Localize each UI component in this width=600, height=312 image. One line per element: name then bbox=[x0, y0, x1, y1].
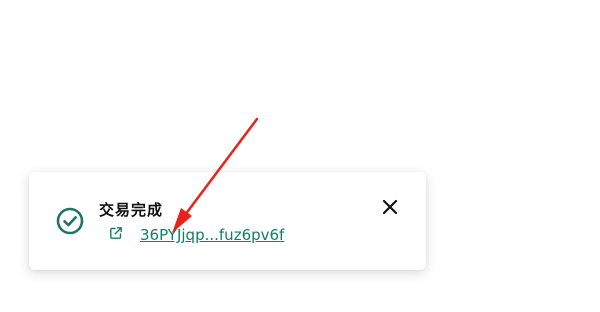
transaction-link[interactable]: 36PYJjqp...fuz6pv6f bbox=[140, 226, 284, 244]
external-link-icon[interactable] bbox=[109, 226, 123, 240]
notification-title: 交易完成 bbox=[99, 201, 164, 219]
close-icon[interactable] bbox=[380, 197, 400, 217]
check-circle-icon bbox=[56, 207, 84, 235]
notification-toast: 交易完成 36PYJjqp...fuz6pv6f bbox=[29, 172, 426, 270]
